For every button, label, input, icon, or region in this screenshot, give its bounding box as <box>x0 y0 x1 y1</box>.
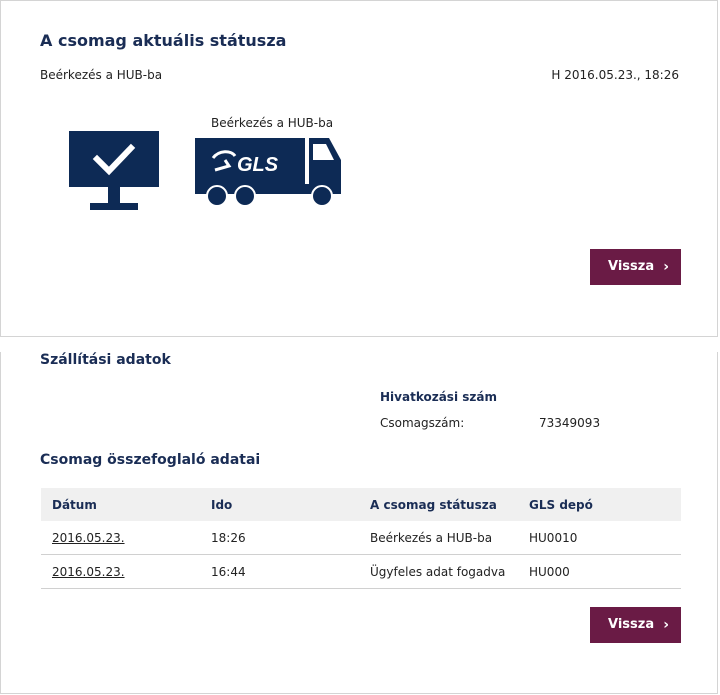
chevron-right-icon: › <box>663 617 669 633</box>
depot-cell: HU000 <box>518 554 681 589</box>
gls-logo-text: GLS <box>237 154 279 176</box>
status-timestamp: H 2016.05.23., 18:26 <box>551 68 679 82</box>
column-header-date: Dátum <box>41 488 200 521</box>
status-title: A csomag aktuális státusza <box>40 31 287 50</box>
depot-cell: HU0010 <box>518 521 681 555</box>
time-cell: 18:26 <box>200 521 359 555</box>
shipping-title: Szállítási adatok <box>40 352 171 368</box>
parcel-label: Csomagszám: <box>380 416 465 430</box>
monitor-check-icon <box>69 131 159 215</box>
date-link[interactable]: 2016.05.23. <box>52 531 125 545</box>
table-row: 2016.05.23. 16:44 Ügyfeles adat fogadva … <box>41 554 681 589</box>
table-header-row: Dátum Ido A csomag státusza GLS depó <box>41 488 681 521</box>
chevron-right-icon: › <box>663 259 669 275</box>
column-header-status: A csomag státusza <box>359 488 518 521</box>
column-header-time: Ido <box>200 488 359 521</box>
back-button[interactable]: Vissza › <box>590 249 681 285</box>
truck-caption: Beérkezés a HUB-ba <box>211 116 334 130</box>
back-button-label: Vissza <box>608 259 655 274</box>
status-cell: Ügyfeles adat fogadva <box>359 554 518 589</box>
status-card: A csomag aktuális státusza Beérkezés a H… <box>0 0 718 337</box>
back-button-bottom[interactable]: Vissza › <box>590 607 681 643</box>
time-cell: 16:44 <box>200 554 359 589</box>
column-header-depot: GLS depó <box>518 488 681 521</box>
status-text: Beérkezés a HUB-ba <box>40 68 163 82</box>
date-link[interactable]: 2016.05.23. <box>52 565 125 579</box>
back-button-label: Vissza <box>608 617 655 632</box>
details-card: Szállítási adatok Hivatkozási szám Csoma… <box>0 352 718 694</box>
gls-truck-icon: GLS <box>195 138 343 214</box>
reference-title: Hivatkozási szám <box>380 390 497 404</box>
table-row: 2016.05.23. 18:26 Beérkezés a HUB-ba HU0… <box>41 521 681 555</box>
summary-table: Dátum Ido A csomag státusza GLS depó 201… <box>41 488 681 589</box>
status-cell: Beérkezés a HUB-ba <box>359 521 518 555</box>
parcel-number: 73349093 <box>539 416 601 430</box>
summary-title: Csomag összefoglaló adatai <box>40 452 261 468</box>
